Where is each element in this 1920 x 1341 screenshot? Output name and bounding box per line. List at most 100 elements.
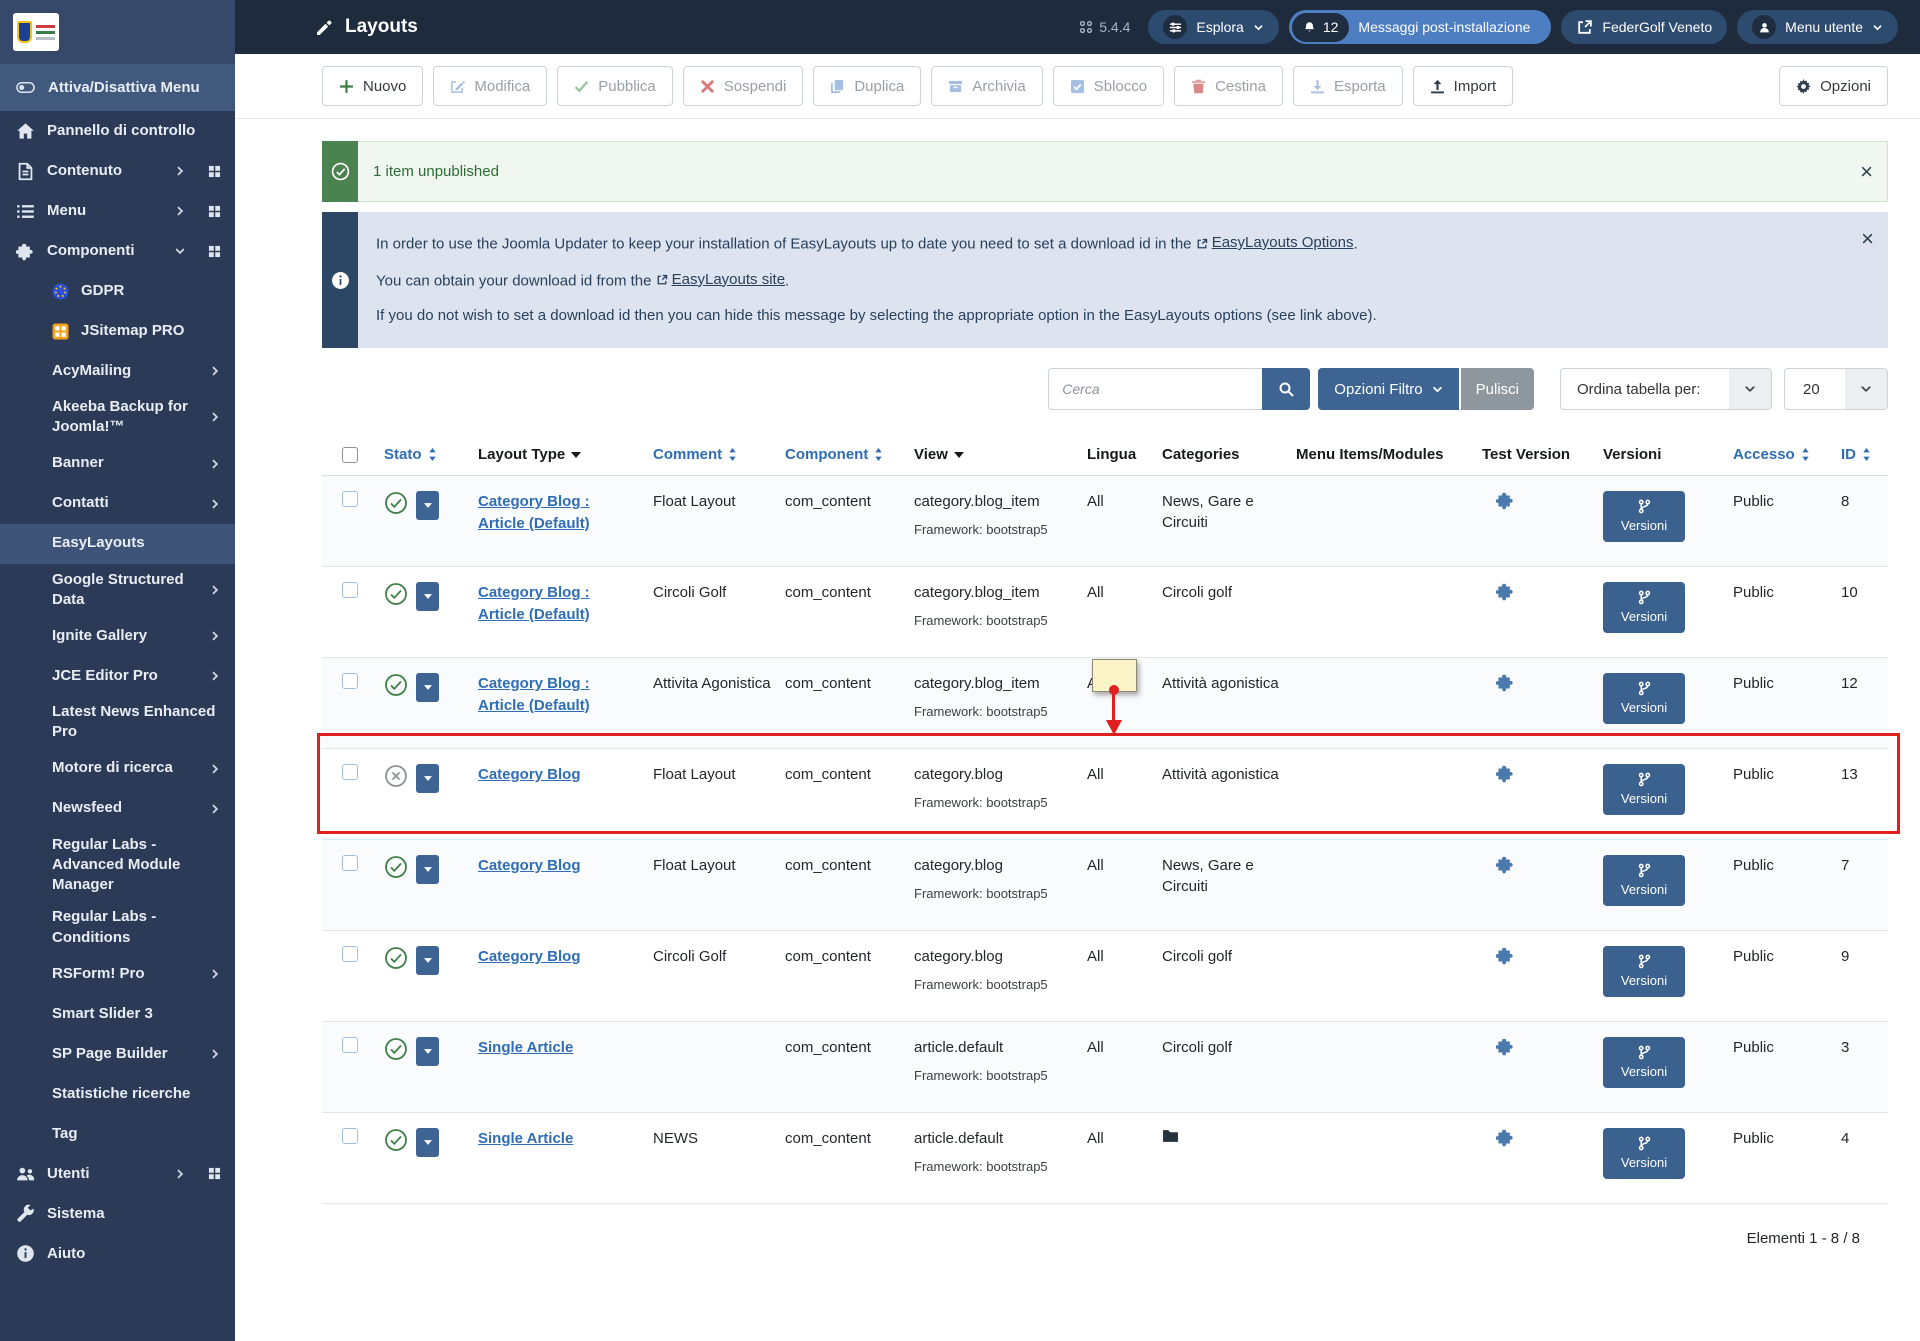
grid-icon[interactable] [208,165,221,178]
puzzle-icon[interactable] [1496,673,1515,692]
sidebar-item-regular-labs-conditions[interactable]: Regular Labs - Conditions [0,901,235,954]
status-published-icon[interactable] [384,1128,408,1152]
column-header-stato[interactable]: Stato [384,446,478,463]
sort-table-select[interactable]: Ordina tabella per: [1560,368,1772,410]
grid-icon[interactable] [208,245,221,258]
sidebar-item-menu[interactable]: Menu [0,191,235,231]
sidebar-item-banner[interactable]: Banner [0,444,235,484]
sblocco-button[interactable]: Sblocco [1053,66,1164,106]
row-actions-dropdown[interactable] [416,764,439,793]
menu-toggle[interactable]: Attiva/Disattiva Menu [0,64,235,111]
versions-button[interactable]: Versioni [1603,491,1685,542]
clear-filters-button[interactable]: Pulisci [1461,368,1534,410]
sidebar-item-statistiche-ricerche[interactable]: Statistiche ricerche [0,1074,235,1114]
layout-link[interactable]: Category Blog : Article (Default) [478,491,643,535]
duplica-button[interactable]: Duplica [813,66,921,106]
sidebar-item-acymailing[interactable]: AcyMailing [0,351,235,391]
sidebar-item-sistema[interactable]: Sistema [0,1194,235,1234]
layout-link[interactable]: Single Article [478,1037,587,1059]
sidebar-item-pannello-di-controllo[interactable]: Pannello di controllo [0,111,235,151]
row-checkbox[interactable] [342,1128,358,1144]
sidebar-item-aiuto[interactable]: Aiuto [0,1234,235,1274]
column-header-layout-type[interactable]: Layout Type [478,446,653,463]
layout-link[interactable]: Category Blog [478,855,595,877]
search-button[interactable] [1262,368,1310,410]
row-actions-dropdown[interactable] [416,582,439,611]
select-all-checkbox[interactable] [342,447,358,463]
sidebar-item-motore-di-ricerca[interactable]: Motore di ricerca [0,749,235,789]
sidebar-item-smart-slider-3[interactable]: Smart Slider 3 [0,994,235,1034]
sidebar-item-gdpr[interactable]: GDPR [0,271,235,311]
page-size-select[interactable]: 20 [1784,368,1888,410]
versions-button[interactable]: Versioni [1603,946,1685,997]
puzzle-icon[interactable] [1496,1037,1515,1056]
row-actions-dropdown[interactable] [416,491,439,520]
site-logo[interactable] [13,13,59,51]
versions-button[interactable]: Versioni [1603,1037,1685,1088]
sospendi-button[interactable]: Sospendi [683,66,804,106]
row-checkbox[interactable] [342,946,358,962]
sidebar-item-contatti[interactable]: Contatti [0,484,235,524]
sidebar-item-easylayouts[interactable]: EasyLayouts [0,524,235,564]
status-published-icon[interactable] [384,673,408,697]
sidebar-item-akeeba-backup-for-joomla[interactable]: Akeeba Backup for Joomla!™ [0,391,235,444]
column-header-component[interactable]: Component [785,446,914,463]
sidebar-item-google-structured-data[interactable]: Google Structured Data [0,564,235,617]
puzzle-icon[interactable] [1496,946,1515,965]
close-alert-button[interactable]: × [1847,228,1888,250]
row-checkbox[interactable] [342,582,358,598]
sidebar-item-contenuto[interactable]: Contenuto [0,151,235,191]
sidebar-item-utenti[interactable]: Utenti [0,1154,235,1194]
status-published-icon[interactable] [384,946,408,970]
sidebar-item-tag[interactable]: Tag [0,1114,235,1154]
layout-link[interactable]: Category Blog [478,946,595,968]
status-published-icon[interactable] [384,491,408,515]
puzzle-icon[interactable] [1496,855,1515,874]
user-menu-button[interactable]: Menu utente [1737,10,1898,44]
sidebar-item-ignite-gallery[interactable]: Ignite Gallery [0,616,235,656]
sidebar-item-newsfeed[interactable]: Newsfeed [0,789,235,829]
status-published-icon[interactable] [384,582,408,606]
grid-icon[interactable] [208,205,221,218]
preview-site-button[interactable]: FederGolf Veneto [1561,10,1727,44]
layout-link[interactable]: Category Blog [478,764,595,786]
post-installation-messages-button[interactable]: 12 Messaggi post-installazione [1289,10,1552,44]
filter-options-button[interactable]: Opzioni Filtro [1318,368,1458,410]
import-button[interactable]: Import [1413,66,1514,106]
cestina-button[interactable]: Cestina [1174,66,1283,106]
puzzle-icon[interactable] [1496,764,1515,783]
row-actions-dropdown[interactable] [416,1037,439,1066]
puzzle-icon[interactable] [1496,491,1515,510]
layout-link[interactable]: Category Blog : Article (Default) [478,673,643,717]
grid-icon[interactable] [208,1167,221,1180]
row-actions-dropdown[interactable] [416,673,439,702]
info-link[interactable]: EasyLayouts site [656,271,785,288]
info-link[interactable]: EasyLayouts Options [1196,234,1354,251]
row-actions-dropdown[interactable] [416,1128,439,1157]
row-actions-dropdown[interactable] [416,855,439,884]
puzzle-icon[interactable] [1496,582,1515,601]
column-header-id[interactable]: ID [1841,446,1888,463]
sidebar-item-sp-page-builder[interactable]: SP Page Builder [0,1034,235,1074]
sidebar-item-latest-news-enhanced-pro[interactable]: Latest News Enhanced Pro [0,696,235,749]
close-alert-button[interactable]: × [1846,161,1887,183]
row-checkbox[interactable] [342,673,358,689]
versions-button[interactable]: Versioni [1603,1128,1685,1179]
sidebar-item-jsitemap-pro[interactable]: JSitemap PRO [0,311,235,351]
row-checkbox[interactable] [342,1037,358,1053]
row-checkbox[interactable] [342,855,358,871]
versions-button[interactable]: Versioni [1603,582,1685,633]
row-checkbox[interactable] [342,764,358,780]
versions-button[interactable]: Versioni [1603,764,1685,815]
versions-button[interactable]: Versioni [1603,673,1685,724]
puzzle-icon[interactable] [1496,1128,1515,1147]
row-checkbox[interactable] [342,491,358,507]
modifica-button[interactable]: Modifica [433,66,547,106]
versions-button[interactable]: Versioni [1603,855,1685,906]
options-button[interactable]: Opzioni [1779,66,1888,106]
esporta-button[interactable]: Esporta [1293,66,1403,106]
sidebar-item-rsform-pro[interactable]: RSForm! Pro [0,954,235,994]
nuovo-button[interactable]: Nuovo [322,66,423,106]
layout-link[interactable]: Single Article [478,1128,587,1150]
sidebar-item-componenti[interactable]: Componenti [0,231,235,271]
